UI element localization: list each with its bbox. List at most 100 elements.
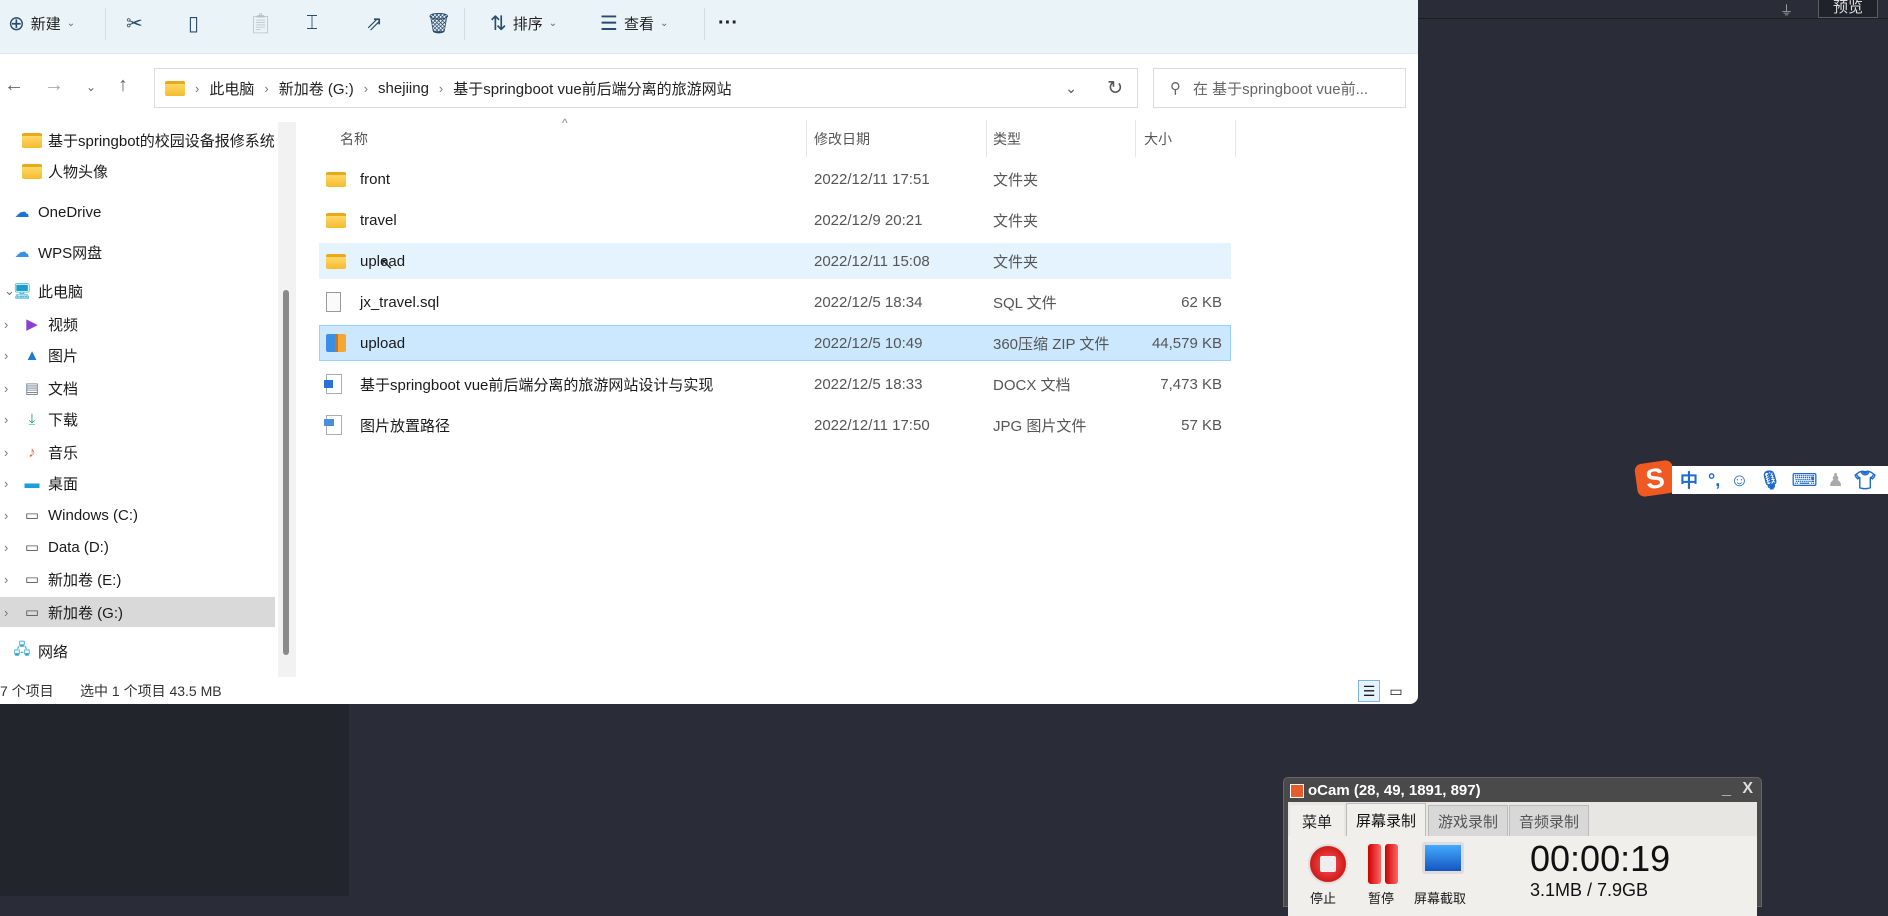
chevron-right-icon[interactable]: › [4,381,8,396]
more-button[interactable]: ··· [718,0,738,46]
minimize-icon[interactable]: _ [1722,780,1731,798]
chevron-right-icon[interactable]: › [4,540,8,555]
monitor-icon[interactable] [1422,842,1464,874]
pause-icon[interactable] [1368,844,1381,884]
chevron-right-icon[interactable]: › [4,572,8,587]
sidebar-item[interactable]: › ⤓ 下载 [0,404,275,434]
copy-icon[interactable]: ▯ [188,0,199,46]
sidebar-scrollbar-thumb[interactable] [283,290,289,655]
sidebar-item[interactable]: › ♪ 音乐 [0,437,275,467]
sidebar-item[interactable]: › ▬ 桌面 [0,468,275,498]
emoji-icon[interactable]: ☺ [1730,470,1748,491]
file-name: upload [360,252,406,270]
sidebar-item[interactable]: ⌄ 🖥︎ 此电脑 [0,276,275,306]
address-dropdown-icon[interactable]: ⌄ [1065,80,1077,97]
chevron-right-icon[interactable]: › [4,508,8,523]
sidebar-item[interactable]: › ▭ 新加卷 (E:) [0,564,275,594]
file-row[interactable]: travel 2022/12/9 20:21 文件夹 [319,202,1231,238]
microphone-icon[interactable]: 🎙︎ [1759,470,1782,491]
address-bar[interactable]: › 此电脑 › 新加卷 (G:) › shejiing › 基于springbo… [154,68,1138,108]
back-button[interactable]: ← [4,74,24,97]
delete-icon[interactable]: 🗑︎ [426,0,451,46]
stop-icon [1320,856,1336,872]
chevron-right-icon[interactable]: › [4,317,8,332]
chevron-right-icon[interactable]: › [4,605,8,620]
column-header-type[interactable]: 类型 [993,120,1021,157]
stop-button[interactable] [1308,844,1348,884]
file-row[interactable]: front 2022/12/11 17:51 文件夹 [319,161,1231,197]
sogou-logo-icon[interactable]: S [1633,459,1677,498]
filter-icon[interactable]: ⏚ [1780,0,1793,19]
tiles-view-icon[interactable]: ▭ [1385,680,1407,702]
file-row[interactable]: 基于springboot vue前后端分离的旅游网站设计与实现 2022/12/5… [319,366,1231,402]
column-header-size[interactable]: 大小 [1144,120,1172,157]
search-input[interactable]: ⚲ 在 基于springboot vue前... [1153,68,1406,108]
pause-icon[interactable] [1385,844,1398,884]
sidebar-item[interactable]: 人物头像 [0,156,275,186]
breadcrumb-item[interactable]: 新加卷 (G:) [279,78,354,99]
chevron-right-icon[interactable]: › [4,412,8,427]
view-button[interactable]: ☰ 查看 ⌄ [600,0,668,46]
folder-icon [165,80,185,96]
tab-audio-record[interactable]: 音频录制 [1509,805,1589,837]
file-row[interactable]: 图片放置路径 2022/12/11 17:50 JPG 图片文件 57 KB [319,407,1231,443]
breadcrumb-item[interactable]: 基于springboot vue前后端分离的旅游网站 [453,78,731,99]
recent-locations-button[interactable]: ⌄ [86,80,96,94]
share-icon[interactable]: ⇗ [366,0,383,46]
chevron-down-icon[interactable]: ⌄ [4,283,15,299]
rename-icon[interactable]: ⌶ [306,0,318,46]
column-header-date[interactable]: 修改日期 [814,120,870,157]
cut-icon[interactable]: ✂ [126,0,143,46]
chevron-right-icon[interactable]: › [4,445,8,460]
refresh-icon[interactable]: ↻ [1107,77,1123,100]
chevron-right-icon: › [195,80,200,96]
user-icon[interactable]: ♟ [1827,470,1843,491]
ime-mode[interactable]: 中 [1680,467,1698,493]
sidebar-item[interactable]: 基于springbot的校园设备报修系统 [0,125,275,155]
file-row[interactable]: upload 2022/12/5 10:49 360压缩 ZIP 文件 44,579 … [319,325,1231,361]
new-button[interactable]: ⊕ 新建 ⌄ [8,0,75,46]
up-button[interactable]: ↑ [118,74,128,97]
column-divider[interactable] [806,120,807,157]
zip-archive-icon [326,334,346,352]
sidebar-item[interactable]: › ▭ Windows (C:) [0,500,275,530]
file-name: 基于springboot vue前后端分离的旅游网站设计与实现 [360,376,714,394]
file-row[interactable]: upload 2022/12/11 15:08 文件夹 [319,243,1231,279]
tab-screen-record[interactable]: 屏幕录制 [1346,803,1426,837]
sidebar-item-label: 基于springbot的校园设备报修系统 [48,132,275,150]
keyboard-icon[interactable]: ⌨ [1791,470,1817,491]
sidebar-item[interactable]: › ▤ 文档 [0,373,275,403]
ime-punct[interactable]: °, [1708,470,1720,491]
sidebar-item[interactable]: › ▭ Data (D:) [0,532,275,562]
sort-button[interactable]: ⇅ 排序 ⌄ [490,0,557,46]
sidebar-item[interactable]: › ▭ 新加卷 (G:) [0,597,275,627]
column-divider[interactable] [986,120,987,157]
sort-arrows-icon: ⇅ [490,12,507,35]
sidebar-item[interactable]: ☁ OneDrive [0,197,275,227]
details-view-icon[interactable]: ☰ [1358,680,1380,702]
chevron-right-icon[interactable]: › [4,348,8,363]
file-size: 57 KB [1181,416,1222,434]
tab-menu[interactable]: 菜单 [1290,805,1344,837]
file-row[interactable]: jx_travel.sql 2022/12/5 18:34 SQL 文件 62 KB [319,284,1231,320]
breadcrumb-item[interactable]: shejiing [378,80,429,97]
column-header-name[interactable]: 名称 [340,120,368,157]
paste-icon[interactable]: 📋︎ [248,0,273,46]
column-divider[interactable] [1135,120,1136,157]
tab-game-record[interactable]: 游戏录制 [1428,805,1508,837]
file-date: 2022/12/11 17:51 [814,170,930,188]
chevron-right-icon[interactable]: › [4,476,8,491]
sidebar-item[interactable]: › ▲ 图片 [0,340,275,370]
skin-icon[interactable]: 👕︎ [1854,470,1877,491]
sort-ascending-icon: ^ [562,116,568,130]
column-divider[interactable] [1235,120,1236,157]
forward-button[interactable]: → [44,74,64,97]
sidebar-item[interactable]: ☁ WPS网盘 [0,237,275,267]
preview-button[interactable]: 预览 [1818,0,1878,18]
cloud-icon: ☁ [14,244,30,261]
breadcrumb-item[interactable]: 此电脑 [209,78,254,99]
close-icon[interactable]: X [1742,780,1753,798]
sidebar-item[interactable]: › ▶ 视频 [0,309,275,339]
ocam-panel: 停止 暂停 屏幕截取 00:00:19 3.1MB / 7.9GB [1288,836,1757,916]
sidebar-item[interactable]: 🖧 网络 [0,636,275,666]
